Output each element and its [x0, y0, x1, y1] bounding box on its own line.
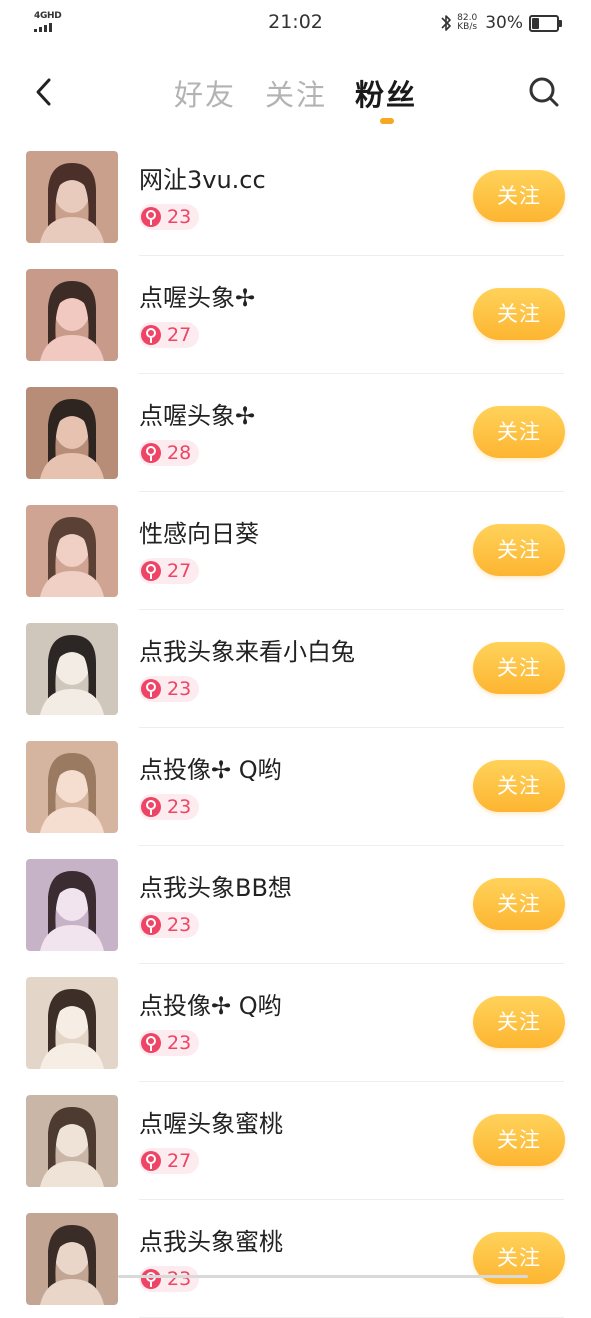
follow-button[interactable]: 关注 — [473, 878, 565, 930]
age-value: 23 — [167, 1032, 192, 1054]
status-bar: 4GHD 21:02 82.0 KB/s 30% — [0, 0, 591, 46]
user-name[interactable]: 网沚3vu.cc — [139, 160, 266, 195]
follow-button[interactable]: 关注 — [473, 642, 565, 694]
gender-age-badge: 23 — [139, 1030, 200, 1056]
avatar[interactable] — [26, 741, 118, 833]
user-name[interactable]: 点我头象蜜桃 — [139, 1222, 283, 1257]
gender-age-badge: 27 — [139, 1148, 200, 1174]
list-item[interactable]: 点喔头象蜜桃 27 关注 — [0, 1082, 591, 1200]
gender-age-badge: 28 — [139, 440, 200, 466]
female-icon — [141, 325, 161, 345]
follow-button[interactable]: 关注 — [473, 996, 565, 1048]
battery-icon — [529, 14, 562, 32]
status-indicators: 82.0 KB/s 30% — [439, 11, 562, 35]
follow-button[interactable]: 关注 — [473, 406, 565, 458]
female-icon — [141, 1151, 161, 1171]
female-icon — [141, 797, 161, 817]
age-value: 28 — [167, 442, 192, 464]
avatar[interactable] — [26, 151, 118, 243]
avatar[interactable] — [26, 505, 118, 597]
avatar[interactable] — [26, 977, 118, 1069]
gender-age-badge: 23 — [139, 676, 200, 702]
age-value: 27 — [167, 324, 192, 346]
age-value: 23 — [167, 678, 192, 700]
female-icon — [141, 915, 161, 935]
follow-button[interactable]: 关注 — [473, 170, 565, 222]
user-name[interactable]: 点喔头象✢ — [139, 396, 255, 431]
list-item[interactable]: 性感向日葵 27 关注 — [0, 492, 591, 610]
list-item[interactable]: 点喔头象✢ 27 关注 — [0, 256, 591, 374]
user-name[interactable]: 点我头象来看小白兔 — [139, 632, 355, 667]
home-indicator — [118, 1275, 528, 1278]
user-name[interactable]: 点投像✢ Q哟 — [139, 986, 282, 1021]
list-item[interactable]: 点我头象蜜桃 23 关注 — [0, 1200, 591, 1318]
female-icon — [141, 443, 161, 463]
age-value: 27 — [167, 1150, 192, 1172]
follow-button[interactable]: 关注 — [473, 1114, 565, 1166]
list-item[interactable]: 点投像✢ Q哟 23 关注 — [0, 964, 591, 1082]
user-name[interactable]: 点喔头象✢ — [139, 278, 255, 313]
follow-button[interactable]: 关注 — [473, 760, 565, 812]
user-name[interactable]: 点我头象BB想 — [139, 868, 292, 903]
list-item[interactable]: 点喔头象✢ 28 关注 — [0, 374, 591, 492]
list-item[interactable]: 点投像✢ Q哟 23 关注 — [0, 728, 591, 846]
tab-indicator — [380, 118, 394, 124]
battery-level — [532, 17, 539, 29]
female-icon — [141, 679, 161, 699]
gender-age-badge: 27 — [139, 322, 200, 348]
tab-fans[interactable]: 粉丝 — [355, 72, 417, 114]
network-speed-unit: KB/s — [457, 22, 478, 32]
female-icon — [141, 1033, 161, 1053]
avatar[interactable] — [26, 623, 118, 715]
header: 好友 关注 粉丝 — [0, 46, 591, 140]
list-item[interactable]: 点我头象BB想 23 关注 — [0, 846, 591, 964]
age-value: 23 — [167, 1268, 192, 1290]
avatar[interactable] — [26, 1213, 118, 1305]
gender-age-badge: 23 — [139, 912, 200, 938]
gender-age-badge: 23 — [139, 794, 200, 820]
follow-button[interactable]: 关注 — [473, 524, 565, 576]
avatar[interactable] — [26, 859, 118, 951]
bluetooth-icon — [441, 15, 451, 31]
user-name[interactable]: 性感向日葵 — [139, 514, 259, 549]
age-value: 23 — [167, 914, 192, 936]
age-value: 23 — [167, 206, 192, 228]
tab-friends[interactable]: 好友 — [174, 72, 236, 114]
battery-percent: 30% — [485, 13, 523, 33]
follow-button[interactable]: 关注 — [473, 288, 565, 340]
gender-age-badge: 23 — [139, 204, 200, 230]
female-icon — [141, 561, 161, 581]
gender-age-badge: 23 — [139, 1266, 200, 1292]
search-icon[interactable] — [526, 74, 562, 110]
fan-list: 网沚3vu.cc 23 关注 点喔头象✢ 27 关注 点喔头象✢ 28 关注 性感向日葵 27 关注点… — [0, 138, 591, 1318]
gender-age-badge: 27 — [139, 558, 200, 584]
user-name[interactable]: 点喔头象蜜桃 — [139, 1104, 283, 1139]
network-speed: 82.0 KB/s — [457, 14, 477, 32]
list-item[interactable]: 点我头象来看小白兔 23 关注 — [0, 610, 591, 728]
user-name[interactable]: 点投像✢ Q哟 — [139, 750, 282, 785]
avatar[interactable] — [26, 387, 118, 479]
avatar[interactable] — [26, 1095, 118, 1187]
avatar[interactable] — [26, 269, 118, 361]
female-icon — [141, 1269, 161, 1289]
tab-following[interactable]: 关注 — [265, 72, 327, 114]
tab-bar: 好友 关注 粉丝 — [0, 72, 591, 122]
age-value: 23 — [167, 796, 192, 818]
female-icon — [141, 207, 161, 227]
list-item[interactable]: 网沚3vu.cc 23 关注 — [0, 138, 591, 256]
age-value: 27 — [167, 560, 192, 582]
